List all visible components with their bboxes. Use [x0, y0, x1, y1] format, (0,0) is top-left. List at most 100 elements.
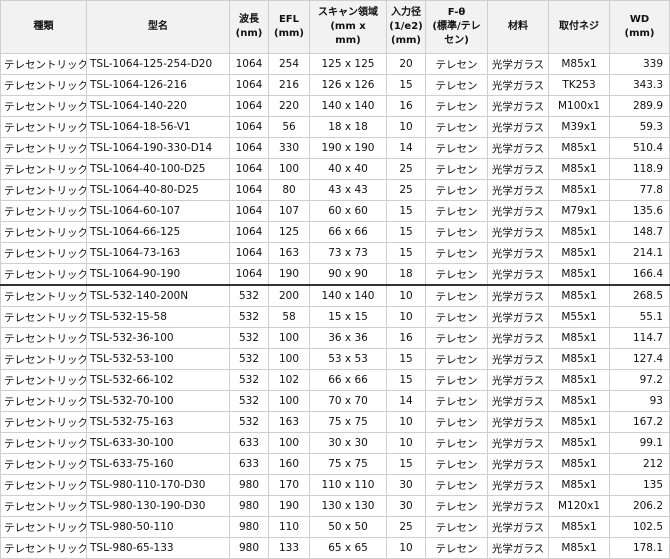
cell-input-diameter: 10	[386, 116, 426, 138]
cell-wavelength: 633	[229, 453, 269, 475]
cell-mount-thread: M85x1	[548, 53, 610, 75]
cell-mount-thread: M85x1	[548, 263, 610, 286]
table-row: テレセントリック TSL-633-75-160 633 160 75 x 75 15 テレセ…	[0, 453, 670, 475]
cell-scan-area: 75 x 75	[309, 411, 387, 433]
cell-material: 光学ガラス	[487, 179, 549, 201]
cell-efl: 80	[268, 179, 310, 201]
cell-model: TSL-980-130-190-D30	[86, 495, 230, 517]
cell-input-diameter: 14	[386, 390, 426, 412]
cell-input-diameter: 10	[386, 284, 426, 307]
header-row: 種類 型名 波長 (nm) EFL (mm) スキャン領域 (mm x mm) …	[0, 0, 670, 54]
cell-scan-area: 126 x 126	[309, 74, 387, 96]
cell-material: 光学ガラス	[487, 537, 549, 559]
cell-scan-area: 110 x 110	[309, 474, 387, 496]
cell-material: 光学ガラス	[487, 306, 549, 328]
cell-wavelength: 980	[229, 537, 269, 559]
cell-scan-area: 40 x 40	[309, 158, 387, 180]
table-row: テレセントリック TSL-532-15-58 532 58 15 x 15 10 テレセン光…	[0, 306, 670, 328]
cell-input-diameter: 15	[386, 242, 426, 264]
cell-wavelength: 1064	[229, 53, 269, 75]
cell-material: 光学ガラス	[487, 116, 549, 138]
cell-f-theta: テレセン	[425, 495, 488, 517]
cell-wd: 127.4	[609, 348, 670, 370]
cell-efl: 100	[268, 432, 310, 454]
cell-wavelength: 980	[229, 495, 269, 517]
cell-material: 光学ガラス	[487, 200, 549, 222]
cell-scan-area: 36 x 36	[309, 327, 387, 349]
table-row: テレセントリック TSL-1064-18-56-V1 1064 56 18 x 18 10…	[0, 116, 670, 138]
cell-material: 光学ガラス	[487, 474, 549, 496]
table-row: テレセントリック TSL-532-140-200N 532 200 140 x 140 1…	[0, 284, 670, 307]
cell-wavelength: 1064	[229, 137, 269, 159]
cell-material: 光学ガラス	[487, 495, 549, 517]
header-type: 種類	[0, 0, 87, 54]
cell-input-diameter: 10	[386, 411, 426, 433]
cell-f-theta: テレセン	[425, 158, 488, 180]
cell-input-diameter: 15	[386, 453, 426, 475]
cell-wd: 148.7	[609, 221, 670, 243]
cell-wavelength: 1064	[229, 74, 269, 96]
cell-scan-area: 90 x 90	[309, 263, 387, 286]
header-wavelength: 波長 (nm)	[229, 0, 269, 54]
cell-mount-thread: M85x1	[548, 137, 610, 159]
cell-type: テレセントリック	[0, 242, 87, 264]
cell-f-theta: テレセン	[425, 390, 488, 412]
cell-f-theta: テレセン	[425, 263, 488, 286]
cell-scan-area: 73 x 73	[309, 242, 387, 264]
cell-type: テレセントリック	[0, 53, 87, 75]
cell-material: 光学ガラス	[487, 411, 549, 433]
cell-type: テレセントリック	[0, 306, 87, 328]
cell-wavelength: 1064	[229, 221, 269, 243]
cell-efl: 190	[268, 263, 310, 286]
cell-f-theta: テレセン	[425, 516, 488, 538]
header-scan-area: スキャン領域 (mm x mm)	[309, 0, 387, 54]
cell-model: TSL-1064-40-80-D25	[86, 179, 230, 201]
cell-efl: 100	[268, 390, 310, 412]
cell-efl: 102	[268, 369, 310, 391]
cell-efl: 56	[268, 116, 310, 138]
cell-wd: 135	[609, 474, 670, 496]
cell-material: 光学ガラス	[487, 432, 549, 454]
cell-wd: 268.5	[609, 284, 670, 307]
cell-scan-area: 66 x 66	[309, 369, 387, 391]
cell-type: テレセントリック	[0, 411, 87, 433]
cell-scan-area: 30 x 30	[309, 432, 387, 454]
cell-material: 光学ガラス	[487, 137, 549, 159]
cell-wd: 97.2	[609, 369, 670, 391]
lens-spec-table: 種類 型名 波長 (nm) EFL (mm) スキャン領域 (mm x mm) …	[0, 0, 670, 559]
table-row: テレセントリック TSL-980-110-170-D30 980 170 110 x 1…	[0, 474, 670, 496]
cell-f-theta: テレセン	[425, 306, 488, 328]
cell-mount-thread: M79x1	[548, 200, 610, 222]
header-material: 材料	[487, 0, 549, 54]
table-row: テレセントリック TSL-1064-90-190 1064 190 90 x 90 18 テ…	[0, 263, 670, 286]
cell-scan-area: 53 x 53	[309, 348, 387, 370]
cell-mount-thread: M85x1	[548, 474, 610, 496]
cell-mount-thread: M120x1	[548, 495, 610, 517]
cell-scan-area: 125 x 125	[309, 53, 387, 75]
cell-wd: 343.3	[609, 74, 670, 96]
cell-wd: 178.1	[609, 537, 670, 559]
cell-model: TSL-532-53-100	[86, 348, 230, 370]
cell-efl: 160	[268, 453, 310, 475]
cell-scan-area: 66 x 66	[309, 221, 387, 243]
cell-type: テレセントリック	[0, 158, 87, 180]
cell-model: TSL-532-75-163	[86, 411, 230, 433]
cell-mount-thread: M85x1	[548, 327, 610, 349]
table-row: テレセントリック TSL-532-53-100 532 100 53 x 53 15 テレセ…	[0, 348, 670, 370]
cell-efl: 330	[268, 137, 310, 159]
cell-material: 光学ガラス	[487, 263, 549, 286]
cell-input-diameter: 25	[386, 179, 426, 201]
cell-f-theta: テレセン	[425, 432, 488, 454]
cell-type: テレセントリック	[0, 537, 87, 559]
cell-wd: 135.6	[609, 200, 670, 222]
header-model: 型名	[86, 0, 230, 54]
cell-scan-area: 50 x 50	[309, 516, 387, 538]
cell-type: テレセントリック	[0, 137, 87, 159]
cell-type: テレセントリック	[0, 390, 87, 412]
cell-type: テレセントリック	[0, 95, 87, 117]
cell-f-theta: テレセン	[425, 74, 488, 96]
cell-mount-thread: M85x1	[548, 537, 610, 559]
cell-wd: 77.8	[609, 179, 670, 201]
cell-wd: 339	[609, 53, 670, 75]
cell-f-theta: テレセン	[425, 137, 488, 159]
